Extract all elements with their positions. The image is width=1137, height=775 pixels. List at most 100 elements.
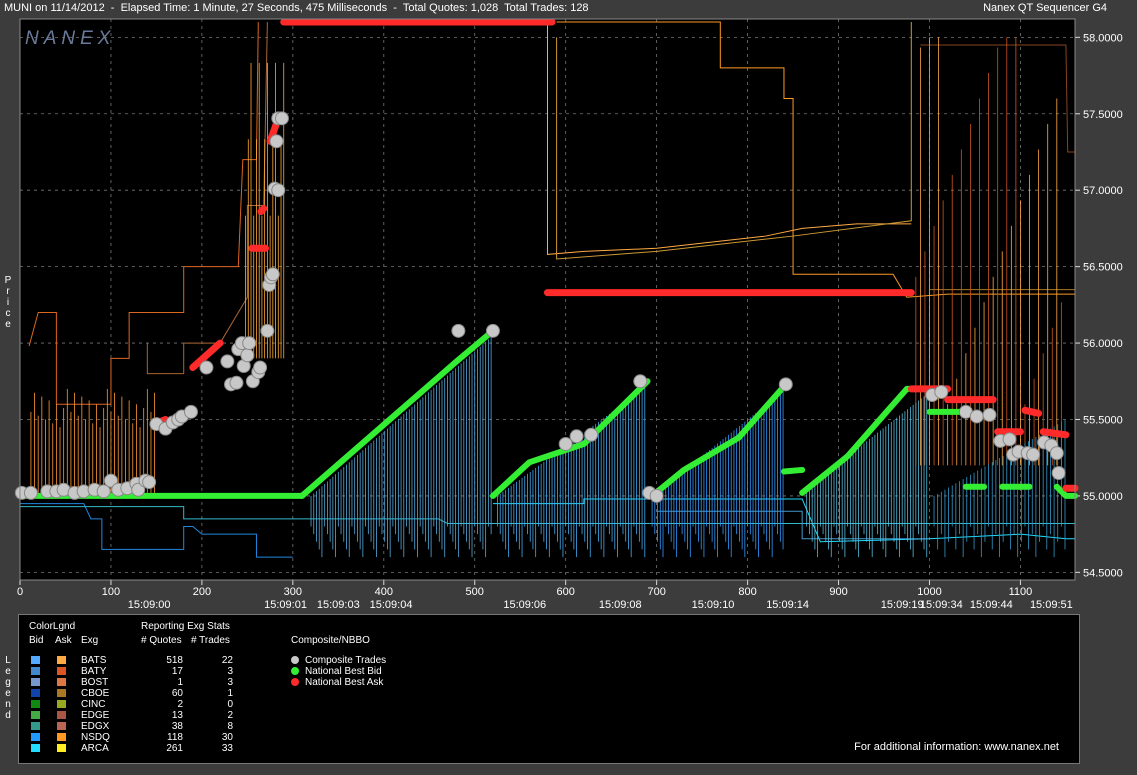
y-tick-label: 55.0000	[1083, 491, 1123, 503]
composite-label: National Best Ask	[305, 677, 384, 688]
composite-trade-point	[569, 429, 584, 444]
bid-color-swatch	[31, 656, 40, 664]
exchange-name: BATS	[81, 655, 107, 666]
ask-color-swatch	[57, 722, 66, 730]
ask-color-swatch	[57, 656, 66, 664]
exchange-quotes: 518	[166, 655, 183, 666]
composite-trade-point	[1026, 447, 1041, 462]
x-tick-label: 0	[17, 586, 23, 598]
y-tick-label: 58.0000	[1083, 32, 1123, 44]
ask-color-swatch	[57, 700, 66, 708]
composite-trade-point	[778, 377, 793, 392]
y-tick-label: 54.5000	[1083, 567, 1123, 579]
composite-swatch	[291, 678, 299, 686]
exchange-name: BOST	[81, 677, 109, 688]
exchange-trades: 0	[227, 699, 233, 710]
ask-color-swatch	[57, 711, 66, 719]
composite-trade-point	[1051, 465, 1066, 480]
price-chart: NANEX 54.5000 55.0000 55.5000 56.0000 56.5000…	[14, 18, 1123, 611]
exchange-name: EDGX	[81, 721, 110, 732]
bid-color-swatch	[31, 711, 40, 719]
exchange-name: CINC	[81, 699, 106, 710]
composite-trade-point	[220, 354, 235, 369]
exchange-quotes: 1	[177, 677, 183, 688]
time-label: 15:09:34	[920, 599, 963, 611]
y-tick-label: 56.5000	[1083, 262, 1123, 274]
legend-panel: ColorLgnd Reporting Exg Stats Bid Ask Ex…	[18, 614, 1080, 764]
x-tick-label: 500	[466, 586, 484, 598]
composite-trade-point	[271, 183, 286, 198]
time-label: 15:09:03	[317, 599, 360, 611]
composite-trade-point	[142, 475, 157, 490]
exchange-name: NSDQ	[81, 732, 110, 743]
composite-trade-point	[649, 488, 664, 503]
bid-color-swatch	[31, 678, 40, 686]
x-tick-label: 300	[284, 586, 302, 598]
ask-color-swatch	[57, 689, 66, 697]
composite-trade-point	[934, 384, 949, 399]
composite-trade-point	[265, 267, 280, 282]
time-label: 15:09:19	[881, 599, 924, 611]
legend-header-composite: Composite/NBBO	[291, 635, 370, 646]
composite-trade-point	[274, 111, 289, 126]
composite-trade-point	[485, 323, 500, 338]
composite-label: Composite Trades	[305, 655, 387, 666]
national-best-ask-line	[1039, 428, 1070, 439]
time-label: 15:09:06	[503, 599, 546, 611]
x-tick-label: 100	[102, 586, 120, 598]
composite-trade-point	[23, 485, 38, 500]
composite-swatch	[291, 656, 299, 664]
national-best-bid-line	[780, 466, 806, 475]
composite-trade-point	[269, 134, 284, 149]
composite-label: National Best Bid	[305, 666, 382, 677]
x-tick-label: 1000	[917, 586, 941, 598]
exchange-trades: 3	[227, 677, 233, 688]
y-tick-label: 57.0000	[1083, 185, 1123, 197]
exchange-quotes: 17	[171, 666, 183, 677]
exchange-quotes: 261	[166, 743, 183, 754]
time-label: 15:09:14	[766, 599, 809, 611]
exchange-trades: 30	[221, 732, 233, 743]
exchange-trades: 22	[221, 655, 233, 666]
ask-color-swatch	[57, 744, 66, 752]
x-tick-label: 900	[829, 586, 847, 598]
composite-trade-point	[260, 323, 275, 338]
ask-color-swatch	[57, 667, 66, 675]
exchange-name: EDGE	[81, 710, 110, 721]
composite-swatch	[291, 667, 299, 675]
legend-header-exg: Exg	[81, 635, 99, 646]
bid-color-swatch	[31, 733, 40, 741]
national-best-ask-line	[1021, 406, 1043, 417]
legend-header-bid: Bid	[29, 635, 44, 646]
composite-trade-point	[982, 407, 997, 422]
bid-color-swatch	[31, 744, 40, 752]
bid-color-swatch	[31, 689, 40, 697]
legend-header-quotes: # Quotes	[141, 635, 182, 646]
bid-color-swatch	[31, 667, 40, 675]
composite-trade-point	[451, 323, 466, 338]
composite-trade-point	[633, 374, 648, 389]
window-frame: MUNI on 11/14/2012 - Elapsed Time: 1 Min…	[0, 0, 1137, 775]
time-label: 15:09:10	[692, 599, 735, 611]
composite-trade-point	[199, 360, 214, 375]
exchange-name: BATY	[81, 666, 107, 677]
time-label: 15:09:51	[1030, 599, 1073, 611]
exchange-name: CBOE	[81, 688, 110, 699]
exchange-quotes: 13	[171, 710, 183, 721]
composite-trade-point	[1002, 432, 1017, 447]
composite-trade-point	[183, 404, 198, 419]
legend-header-trades: # Trades	[191, 635, 230, 646]
nanex-logo: NANEX	[25, 28, 115, 49]
x-tick-label: 700	[647, 586, 665, 598]
exchange-quotes: 38	[171, 721, 183, 732]
legend-header-color: ColorLgnd	[29, 621, 76, 632]
ask-color-swatch	[57, 678, 66, 686]
exchange-trades: 8	[227, 721, 233, 732]
composite-trade-point	[240, 348, 255, 363]
exchange-quotes: 118	[167, 732, 183, 743]
composite-trade-point	[229, 375, 244, 390]
bid-color-swatch	[31, 700, 40, 708]
legend-side-label: Legend	[5, 655, 11, 721]
exchange-quotes: 2	[177, 699, 183, 710]
y-tick-label: 56.0000	[1083, 338, 1123, 350]
